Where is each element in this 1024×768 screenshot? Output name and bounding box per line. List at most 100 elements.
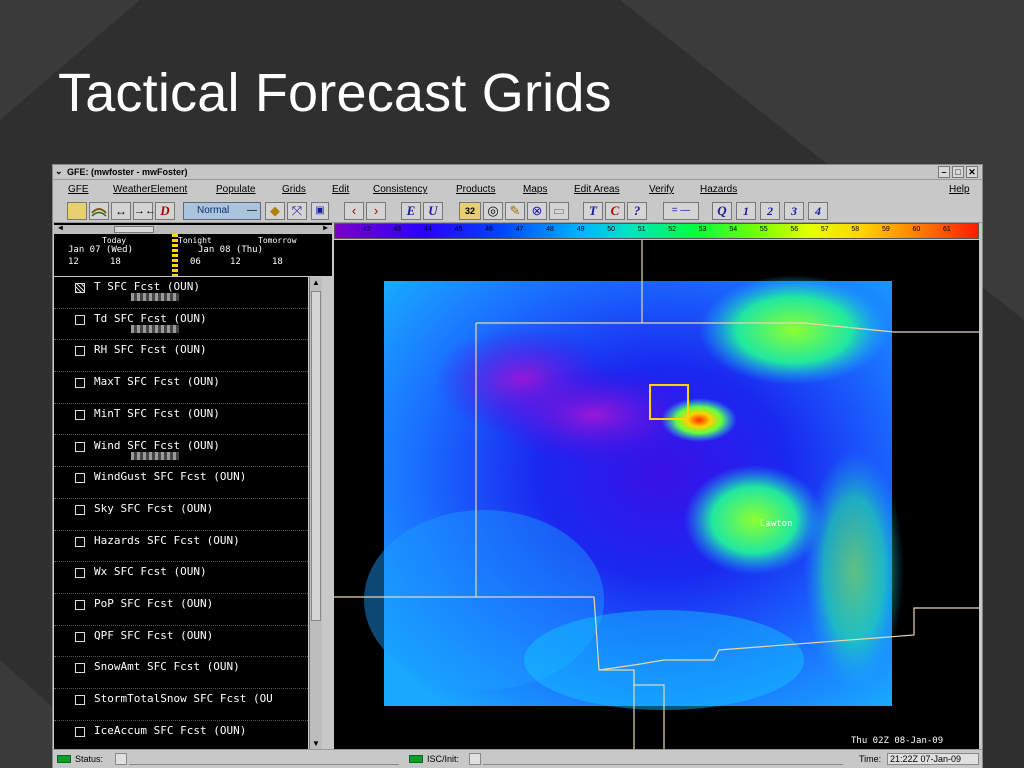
gray-tool-icon[interactable]: ▭: [549, 202, 569, 220]
next-time-icon[interactable]: ›: [366, 202, 386, 220]
edit-mode-select[interactable]: Normal —: [183, 202, 261, 220]
colorbar-tick-label: 51: [637, 226, 646, 233]
element-row[interactable]: PoP SFC Fcst (OUN): [54, 594, 308, 626]
status-field[interactable]: [115, 753, 127, 765]
menu-help[interactable]: Help: [949, 184, 970, 195]
element-row[interactable]: SnowAmt SFC Fcst (OUN): [54, 657, 308, 690]
grid-block[interactable]: [131, 324, 179, 333]
menu-grids[interactable]: Grids: [282, 184, 306, 195]
element-row[interactable]: QPF SFC Fcst (OUN): [54, 626, 308, 658]
element-checkbox[interactable]: [75, 726, 85, 737]
element-label: Wind SFC Fcst (OUN): [94, 438, 220, 452]
window-titlebar[interactable]: ⌄ GFE: (mwfoster - mwFoster) – □ ✕: [53, 165, 982, 180]
time-value: 21:22Z 07-Jan-09: [887, 753, 979, 765]
element-row[interactable]: StormTotalSnow SFC Fcst (OU: [54, 689, 308, 721]
temperature-colorbar[interactable]: 42 43 44 45 46 47 48 49 50 51 52 53 54 55 56 57 58 59 60 61: [334, 223, 979, 239]
vector-tool-icon[interactable]: ⊗: [527, 202, 547, 220]
current-time-marker[interactable]: [172, 234, 178, 276]
edit-e-button[interactable]: E: [401, 202, 421, 220]
equals-dash-button[interactable]: = —: [663, 202, 699, 220]
close-icon[interactable]: ✕: [966, 166, 978, 178]
colorbar-tick-label: 60: [912, 226, 921, 233]
element-checkbox[interactable]: [75, 346, 85, 357]
element-checkbox[interactable]: [75, 473, 85, 484]
element-list-scrollbar[interactable]: ▲ ▼: [309, 277, 322, 749]
element-checkbox[interactable]: [75, 314, 85, 325]
pickup-tool-icon[interactable]: ◆: [265, 202, 285, 220]
element-row[interactable]: MaxT SFC Fcst (OUN): [54, 372, 308, 404]
contour-tool-icon[interactable]: [89, 202, 109, 220]
preset-4-button[interactable]: 4: [808, 202, 828, 220]
colorbar-tick-label: 58: [851, 226, 860, 233]
element-checkbox[interactable]: [75, 378, 85, 389]
element-row[interactable]: IceAccum SFC Fcst (OUN): [54, 721, 308, 753]
element-checkbox[interactable]: [75, 504, 85, 515]
menu-populate[interactable]: Populate: [216, 184, 255, 195]
menu-maps[interactable]: Maps: [523, 184, 547, 195]
scroll-up-icon[interactable]: ▲: [312, 278, 320, 287]
preset-1-button[interactable]: 1: [736, 202, 756, 220]
element-checkbox[interactable]: [75, 663, 85, 674]
menu-consistency[interactable]: Consistency: [373, 184, 427, 195]
edit-u-button[interactable]: U: [423, 202, 443, 220]
element-checkbox[interactable]: [75, 441, 85, 452]
select-tool-icon[interactable]: [67, 202, 87, 220]
menu-edit[interactable]: Edit: [332, 184, 349, 195]
query-q-button[interactable]: Q: [712, 202, 732, 220]
grid-block[interactable]: [131, 293, 179, 301]
preset-3-button[interactable]: 3: [784, 202, 804, 220]
element-checkbox[interactable]: [75, 536, 85, 547]
menu-edit-areas[interactable]: Edit Areas: [574, 184, 620, 195]
preset-2-button[interactable]: 2: [760, 202, 780, 220]
expand-arrows-icon[interactable]: ↔: [111, 202, 131, 220]
element-row[interactable]: Hazards SFC Fcst (OUN): [54, 531, 308, 563]
timeline-scroll[interactable]: ◀ ▶: [54, 223, 332, 234]
element-checkbox[interactable]: [75, 695, 85, 706]
temperature-grid-map[interactable]: Lawton Thu 02Z 08-Jan-09: [334, 240, 979, 749]
element-row[interactable]: Td SFC Fcst (OUN): [54, 309, 308, 341]
menu-gfe[interactable]: GFE: [68, 184, 89, 195]
menu-verify[interactable]: Verify: [649, 184, 674, 195]
smooth-tool-icon[interactable]: ⤧: [287, 202, 307, 220]
scroll-down-icon[interactable]: ▼: [312, 739, 320, 748]
grid-badge-button[interactable]: 32: [459, 202, 481, 220]
target-icon[interactable]: ◎: [483, 202, 503, 220]
delete-button[interactable]: D: [155, 202, 175, 220]
isc-field[interactable]: [469, 753, 481, 765]
element-checkbox[interactable]: [75, 409, 85, 420]
pencil-icon[interactable]: ✎: [505, 202, 525, 220]
element-row[interactable]: RH SFC Fcst (OUN): [54, 340, 308, 373]
element-row[interactable]: MinT SFC Fcst (OUN): [54, 404, 308, 436]
element-row[interactable]: Wx SFC Fcst (OUN): [54, 562, 308, 594]
scroll-thumb[interactable]: [114, 226, 154, 233]
grid-manager-timeline[interactable]: ◀ ▶ Today Tonight Tomorrow Jan 07 (Wed) …: [54, 223, 332, 276]
element-checkbox[interactable]: [75, 568, 85, 579]
window-menu-icon[interactable]: ⌄: [55, 166, 63, 177]
menu-products[interactable]: Products: [456, 184, 495, 195]
scroll-left-icon[interactable]: ◀: [58, 223, 63, 232]
element-checkbox[interactable]: [75, 283, 85, 293]
help-query-button[interactable]: ?: [627, 202, 647, 220]
element-row[interactable]: Wind SFC Fcst (OUN): [54, 436, 308, 468]
element-label: SnowAmt SFC Fcst (OUN): [94, 660, 240, 674]
menu-hazards[interactable]: Hazards: [700, 184, 737, 195]
save-icon[interactable]: ▣: [311, 202, 329, 220]
previous-time-icon[interactable]: ‹: [344, 202, 364, 220]
time-t-button[interactable]: T: [583, 202, 603, 220]
element-label: Sky SFC Fcst (OUN): [94, 501, 214, 515]
minimize-icon[interactable]: –: [938, 166, 950, 178]
element-row[interactable]: WindGust SFC Fcst (OUN): [54, 467, 308, 499]
menu-weatherelement[interactable]: WeatherElement: [113, 184, 187, 195]
element-checkbox[interactable]: [75, 600, 85, 610]
element-checkbox[interactable]: [75, 631, 85, 642]
colorbar-tick-label: 59: [881, 226, 890, 233]
grid-block[interactable]: [131, 451, 179, 460]
element-row[interactable]: Sky SFC Fcst (OUN): [54, 499, 308, 531]
scrollbar-thumb[interactable]: [311, 291, 321, 621]
scroll-right-icon[interactable]: ▶: [323, 223, 328, 232]
maximize-icon[interactable]: □: [952, 166, 964, 178]
time-c-button[interactable]: C: [605, 202, 625, 220]
spatial-editor-map[interactable]: Lawton Thu 02Z 08-Jan-09: [334, 240, 979, 749]
contract-arrows-icon[interactable]: →←: [133, 202, 156, 220]
element-row[interactable]: T SFC Fcst (OUN): [54, 277, 308, 309]
